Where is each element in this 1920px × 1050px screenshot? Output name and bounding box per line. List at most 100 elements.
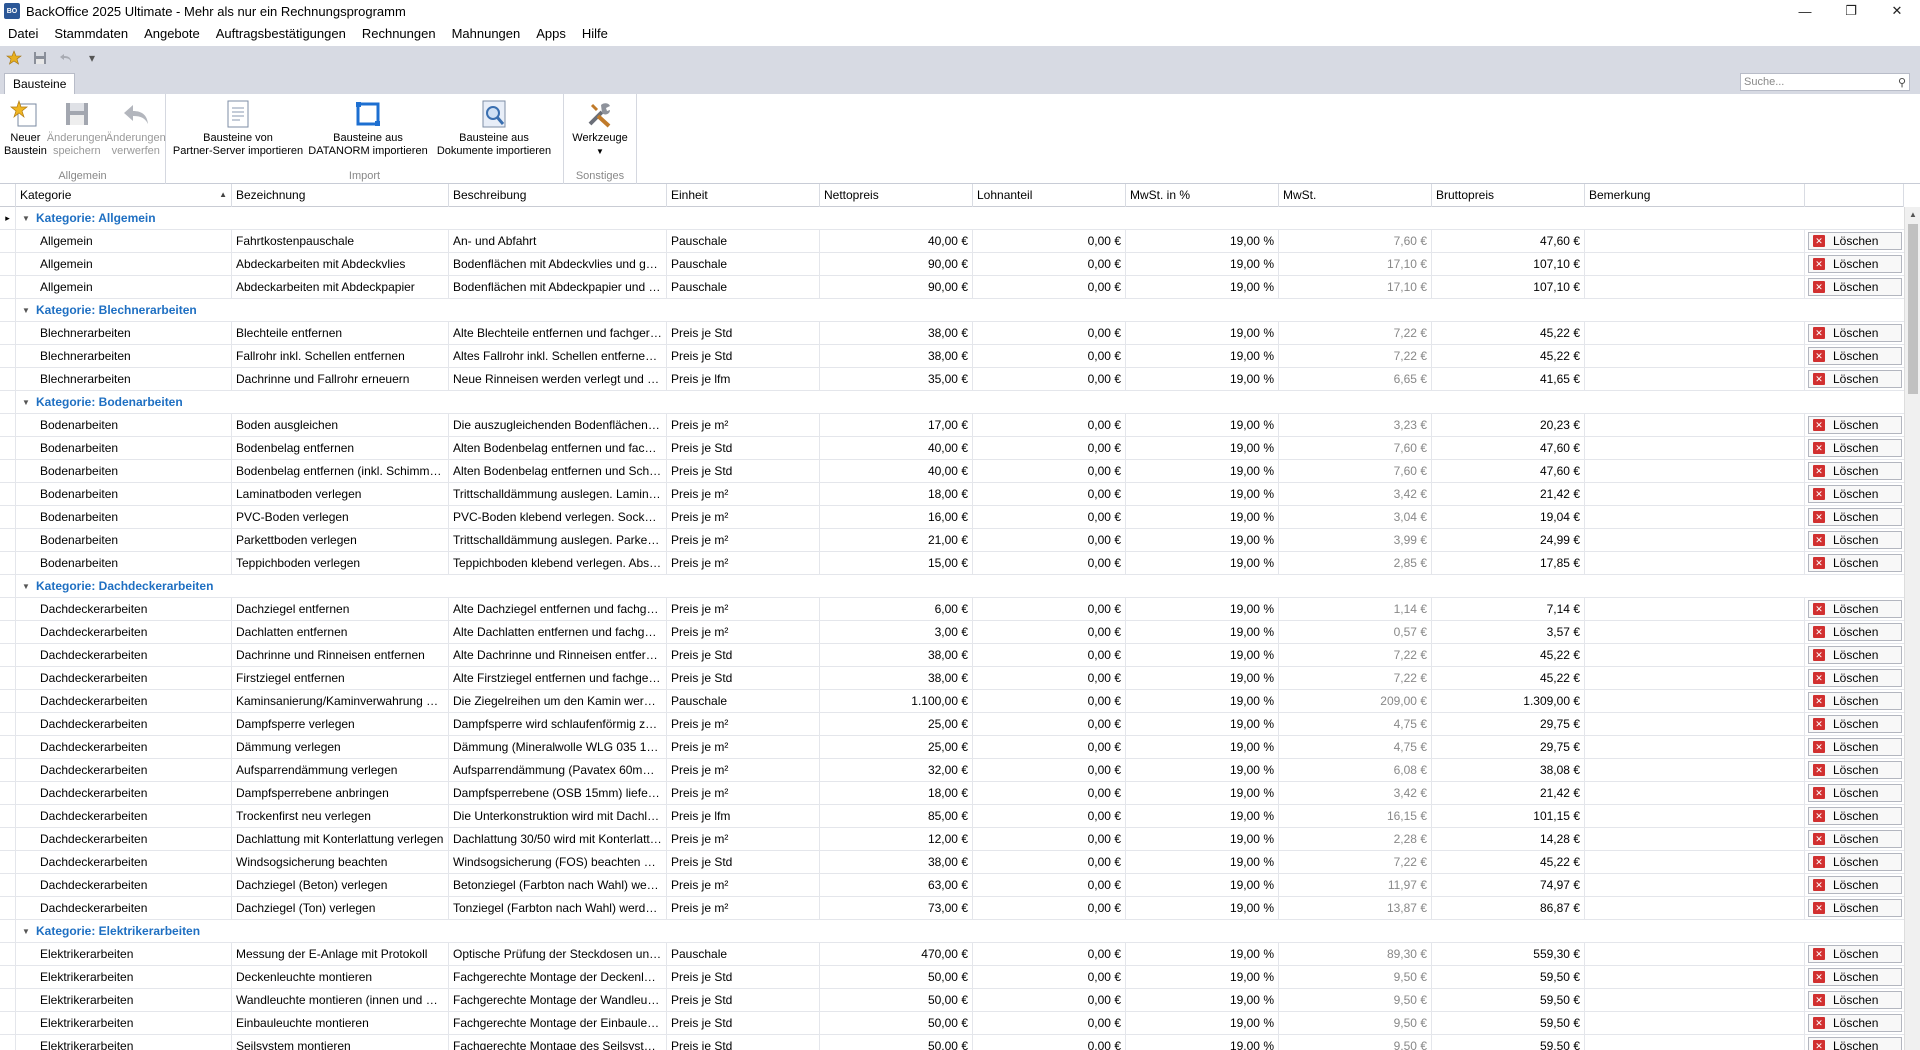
cell-lohnanteil[interactable]: 0,00 € <box>973 828 1126 850</box>
cell-bruttopreis[interactable]: 59,50 € <box>1432 1035 1585 1050</box>
cell-bruttopreis[interactable]: 107,10 € <box>1432 253 1585 275</box>
table-row[interactable]: Dachdeckerarbeiten Dachziegel entfernen Al… <box>0 598 1904 621</box>
cell-nettopreis[interactable]: 18,00 € <box>820 782 973 804</box>
vertical-scrollbar[interactable]: ▲ <box>1904 207 1920 1050</box>
cell-nettopreis[interactable]: 40,00 € <box>820 460 973 482</box>
cell-bruttopreis[interactable]: 19,04 € <box>1432 506 1585 528</box>
cell-bruttopreis[interactable]: 29,75 € <box>1432 736 1585 758</box>
table-row[interactable]: Dachdeckerarbeiten Dampfsperre verlegen Da… <box>0 713 1904 736</box>
cell-beschreibung[interactable]: Alte Dachrinne und Rinneisen entfernen u… <box>449 644 667 666</box>
cell-mwst-prozent[interactable]: 19,00 % <box>1126 437 1279 459</box>
menu-stammdaten[interactable]: Stammdaten <box>46 22 136 46</box>
table-row[interactable]: Bodenarbeiten PVC-Boden verlegen PVC-Boden… <box>0 506 1904 529</box>
cell-beschreibung[interactable]: Alte Firstziegel entfernen und fachgerec… <box>449 667 667 689</box>
delete-button[interactable]: ✕ Löschen <box>1808 807 1902 825</box>
table-row[interactable]: Dachdeckerarbeiten Windsogsicherung beach… <box>0 851 1904 874</box>
cell-lohnanteil[interactable]: 0,00 € <box>973 598 1126 620</box>
table-row[interactable]: Dachdeckerarbeiten Dampfsperrebene anbrin… <box>0 782 1904 805</box>
cell-kategorie[interactable]: Bodenarbeiten <box>36 552 232 574</box>
cell-lohnanteil[interactable]: 0,00 € <box>973 805 1126 827</box>
cell-bezeichnung[interactable]: Teppichboden verlegen <box>232 552 449 574</box>
close-button[interactable]: ✕ <box>1874 0 1920 22</box>
table-row[interactable]: Bodenarbeiten Laminatboden verlegen Tritts… <box>0 483 1904 506</box>
cell-bezeichnung[interactable]: Bodenbelag entfernen <box>232 437 449 459</box>
cell-nettopreis[interactable]: 3,00 € <box>820 621 973 643</box>
table-row[interactable]: Allgemein Abdeckarbeiten mit Abdeckvlies B… <box>0 253 1904 276</box>
table-row[interactable]: Bodenarbeiten Bodenbelag entfernen Alten B… <box>0 437 1904 460</box>
cell-mwst-prozent[interactable]: 19,00 % <box>1126 345 1279 367</box>
cell-einheit[interactable]: Preis je m² <box>667 828 820 850</box>
cell-nettopreis[interactable]: 16,00 € <box>820 506 973 528</box>
cell-einheit[interactable]: Preis je m² <box>667 414 820 436</box>
delete-button[interactable]: ✕ Löschen <box>1808 899 1902 917</box>
cell-einheit[interactable]: Preis je Std <box>667 1035 820 1050</box>
cell-mwst-prozent[interactable]: 19,00 % <box>1126 230 1279 252</box>
cell-mwst-prozent[interactable]: 19,00 % <box>1126 805 1279 827</box>
menu-rechnungen[interactable]: Rechnungen <box>354 22 444 46</box>
table-row[interactable]: Elektrikerarbeiten Einbauleuchte montiere… <box>0 1012 1904 1035</box>
cell-nettopreis[interactable]: 25,00 € <box>820 736 973 758</box>
cell-einheit[interactable]: Preis je m² <box>667 483 820 505</box>
cell-mwst[interactable]: 2,28 € <box>1279 828 1432 850</box>
cell-lohnanteil[interactable]: 0,00 € <box>973 667 1126 689</box>
table-row[interactable]: Dachdeckerarbeiten Aufsparrendämmung verl… <box>0 759 1904 782</box>
cell-mwst-prozent[interactable]: 19,00 % <box>1126 897 1279 919</box>
cell-bemerkung[interactable] <box>1585 759 1805 781</box>
cell-mwst[interactable]: 3,04 € <box>1279 506 1432 528</box>
cell-bruttopreis[interactable]: 45,22 € <box>1432 851 1585 873</box>
cell-einheit[interactable]: Preis je Std <box>667 667 820 689</box>
cell-lohnanteil[interactable]: 0,00 € <box>973 713 1126 735</box>
cell-lohnanteil[interactable]: 0,00 € <box>973 437 1126 459</box>
cell-kategorie[interactable]: Allgemein <box>36 253 232 275</box>
cell-bruttopreis[interactable]: 1.309,00 € <box>1432 690 1585 712</box>
header-einheit[interactable]: Einheit <box>667 184 820 207</box>
cell-nettopreis[interactable]: 12,00 € <box>820 828 973 850</box>
cell-bruttopreis[interactable]: 21,42 € <box>1432 483 1585 505</box>
collapse-icon[interactable]: ▼ <box>16 920 36 942</box>
cell-kategorie[interactable]: Blechnerarbeiten <box>36 345 232 367</box>
menu-hilfe[interactable]: Hilfe <box>574 22 616 46</box>
cell-mwst[interactable]: 7,22 € <box>1279 644 1432 666</box>
cell-einheit[interactable]: Preis je m² <box>667 713 820 735</box>
cell-mwst[interactable]: 3,99 € <box>1279 529 1432 551</box>
cell-mwst[interactable]: 4,75 € <box>1279 713 1432 735</box>
cell-kategorie[interactable]: Elektrikerarbeiten <box>36 966 232 988</box>
cell-kategorie[interactable]: Elektrikerarbeiten <box>36 943 232 965</box>
cell-beschreibung[interactable]: Alte Blechteile entfernen und fachgerech… <box>449 322 667 344</box>
cell-beschreibung[interactable]: PVC-Boden klebend verlegen. Sockelleiste… <box>449 506 667 528</box>
menu-auftragsbestaetigungen[interactable]: Auftragsbestätigungen <box>208 22 354 46</box>
menu-mahnungen[interactable]: Mahnungen <box>444 22 529 46</box>
header-beschreibung[interactable]: Beschreibung <box>449 184 667 207</box>
cell-mwst-prozent[interactable]: 19,00 % <box>1126 782 1279 804</box>
header-mwst-prozent[interactable]: MwSt. in % <box>1126 184 1279 207</box>
cell-kategorie[interactable]: Elektrikerarbeiten <box>36 1035 232 1050</box>
cell-bruttopreis[interactable]: 45,22 € <box>1432 667 1585 689</box>
delete-button[interactable]: ✕ Löschen <box>1808 347 1902 365</box>
delete-button[interactable]: ✕ Löschen <box>1808 692 1902 710</box>
cell-kategorie[interactable]: Dachdeckerarbeiten <box>36 782 232 804</box>
cell-bezeichnung[interactable]: Trockenfirst neu verlegen <box>232 805 449 827</box>
cell-kategorie[interactable]: Dachdeckerarbeiten <box>36 713 232 735</box>
cell-beschreibung[interactable]: Bodenflächen mit Abdeckvlies und ggfs. .… <box>449 253 667 275</box>
delete-button[interactable]: ✕ Löschen <box>1808 623 1902 641</box>
delete-button[interactable]: ✕ Löschen <box>1808 830 1902 848</box>
cell-bemerkung[interactable] <box>1585 690 1805 712</box>
delete-button[interactable]: ✕ Löschen <box>1808 485 1902 503</box>
cell-kategorie[interactable]: Dachdeckerarbeiten <box>36 874 232 896</box>
cell-einheit[interactable]: Preis je m² <box>667 621 820 643</box>
cell-mwst-prozent[interactable]: 19,00 % <box>1126 989 1279 1011</box>
header-bemerkung[interactable]: Bemerkung <box>1585 184 1805 207</box>
cell-mwst[interactable]: 0,57 € <box>1279 621 1432 643</box>
cell-nettopreis[interactable]: 40,00 € <box>820 230 973 252</box>
delete-button[interactable]: ✕ Löschen <box>1808 1037 1902 1050</box>
cell-nettopreis[interactable]: 38,00 € <box>820 851 973 873</box>
cell-bemerkung[interactable] <box>1585 437 1805 459</box>
cell-kategorie[interactable]: Dachdeckerarbeiten <box>36 759 232 781</box>
cell-beschreibung[interactable]: Altes Fallrohr inkl. Schellen entfernen … <box>449 345 667 367</box>
cell-mwst[interactable]: 16,15 € <box>1279 805 1432 827</box>
cell-mwst[interactable]: 6,65 € <box>1279 368 1432 390</box>
cell-bruttopreis[interactable]: 47,60 € <box>1432 437 1585 459</box>
cell-mwst[interactable]: 4,75 € <box>1279 736 1432 758</box>
cell-bemerkung[interactable] <box>1585 322 1805 344</box>
cell-bruttopreis[interactable]: 59,50 € <box>1432 966 1585 988</box>
